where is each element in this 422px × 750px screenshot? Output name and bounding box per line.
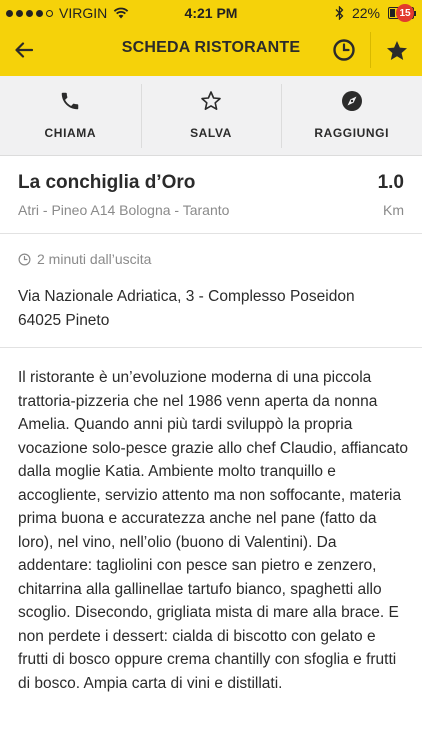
call-label: CHIAMA [44, 126, 97, 140]
city-address: 64025 Pineto [18, 312, 110, 329]
save-button[interactable]: SALVA [140, 76, 282, 155]
street-address: Via Nazionale Adriatica, 3 - Complesso P… [18, 288, 355, 305]
battery-percent: 22% [351, 5, 380, 21]
time-from-exit: 2 minuti dall’uscita [18, 251, 151, 267]
call-button[interactable]: CHIAMA [0, 76, 141, 155]
restaurant-name: La conchiglia d’Oro [18, 172, 196, 193]
star-filled-icon [387, 41, 407, 60]
phone-icon [57, 88, 83, 114]
history-button[interactable] [328, 34, 360, 66]
save-label: SALVA [190, 126, 232, 140]
navigate-button[interactable]: RAGGIUNGI [281, 76, 422, 155]
status-bar: VIRGIN 4:21 PM 22% [0, 0, 422, 26]
favorites-count-badge: 15 [396, 4, 414, 22]
bluetooth-icon [335, 6, 344, 20]
time-from-exit-text: 2 minuti dall’uscita [37, 251, 152, 267]
star-outline-icon [198, 88, 224, 114]
clock-icon [333, 39, 355, 61]
distance-unit: Km [383, 202, 404, 218]
distance-value: 1.0 [377, 172, 404, 193]
restaurant-description: Il ristorante è un’evoluzione moderna di… [18, 369, 409, 692]
favorites-button[interactable] [380, 34, 414, 68]
nav-divider [370, 32, 371, 68]
header-bar: VIRGIN 4:21 PM 22% SCHEDA RISTORANTE 15 [0, 0, 422, 76]
address-section: 2 minuti dall’uscita Via Nazionale Adria… [0, 234, 422, 348]
action-bar: CHIAMA SALVA RAGGIUNGI [0, 76, 422, 156]
compass-icon [339, 88, 365, 114]
clock-small-icon [18, 253, 31, 265]
restaurant-route: Atri - Pineo A14 Bologna - Taranto [18, 202, 230, 218]
restaurant-info: La conchiglia d’Oro Atri - Pineo A14 Bol… [0, 156, 422, 234]
navigate-label: RAGGIUNGI [314, 126, 390, 140]
navigation-bar: SCHEDA RISTORANTE [0, 26, 422, 76]
